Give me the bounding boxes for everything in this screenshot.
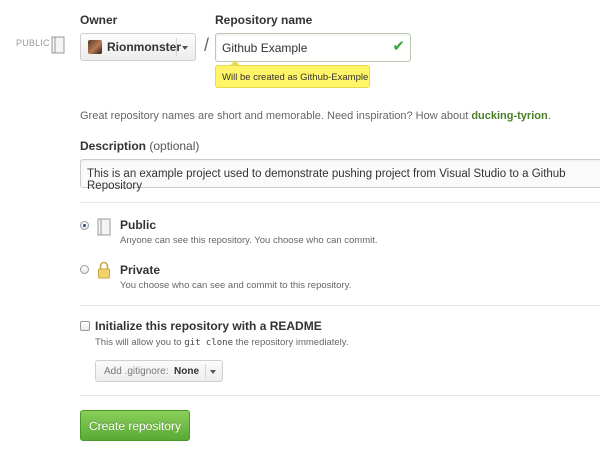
gitignore-value: None bbox=[174, 366, 199, 377]
description-label: Description (optional) bbox=[80, 139, 199, 153]
readme-subtitle-suffix: the repository immediately. bbox=[233, 337, 349, 348]
private-option-subtitle: You choose who can see and commit to thi… bbox=[120, 280, 352, 291]
repo-name-tooltip: Will be created as Github-Example bbox=[215, 60, 370, 88]
repo-book-icon bbox=[51, 36, 65, 54]
check-icon: ✔ bbox=[392, 38, 405, 55]
owner-avatar bbox=[88, 40, 102, 54]
public-radio[interactable] bbox=[80, 221, 89, 230]
chevron-down-icon bbox=[182, 46, 188, 50]
public-option-subtitle: Anyone can see this repository. You choo… bbox=[120, 235, 378, 246]
repo-book-icon bbox=[97, 218, 111, 236]
hint-text: Great repository names are short and mem… bbox=[80, 110, 472, 122]
owner-repo-separator: / bbox=[204, 35, 210, 55]
private-option-title[interactable]: Private bbox=[120, 263, 160, 277]
repo-name-input[interactable]: Github Example ✔ bbox=[215, 33, 411, 62]
visibility-side-label: PUBLIC bbox=[16, 38, 50, 48]
description-label-text: Description bbox=[80, 139, 147, 153]
section-divider bbox=[80, 202, 600, 203]
description-input[interactable]: This is an example project used to demon… bbox=[80, 159, 600, 192]
lock-icon bbox=[98, 261, 110, 279]
description-value: This is an example project used to demon… bbox=[87, 168, 566, 192]
section-divider bbox=[80, 395, 600, 396]
gitignore-select[interactable]: Add .gitignore: None bbox=[95, 360, 223, 382]
git-clone-code: git clone bbox=[184, 338, 234, 348]
repo-name-label: Repository name bbox=[215, 13, 313, 27]
private-radio[interactable] bbox=[80, 265, 89, 274]
owner-name: Rionmonster bbox=[107, 40, 182, 54]
readme-subtitle-prefix: This will allow you to bbox=[95, 337, 185, 348]
create-repository-button[interactable]: Create repository bbox=[80, 410, 190, 441]
readme-option-title[interactable]: Initialize this repository with a README bbox=[95, 319, 322, 333]
repo-name-hint: Great repository names are short and mem… bbox=[80, 110, 551, 122]
owner-select[interactable]: Rionmonster bbox=[80, 33, 196, 61]
chevron-down-icon bbox=[210, 370, 216, 374]
name-suggestion-link[interactable]: ducking-tyrion bbox=[471, 110, 547, 122]
owner-label: Owner bbox=[80, 13, 118, 27]
public-option-title[interactable]: Public bbox=[120, 218, 156, 232]
repo-name-value: Github Example bbox=[222, 41, 308, 55]
section-divider bbox=[80, 305, 600, 306]
readme-option-subtitle: This will allow you to git clone the rep… bbox=[95, 337, 348, 348]
readme-checkbox[interactable] bbox=[80, 321, 90, 331]
description-optional-text: (optional) bbox=[146, 139, 200, 153]
owner-select-divider bbox=[176, 38, 177, 56]
gitignore-add-label: Add .gitignore: bbox=[104, 366, 169, 377]
gitignore-select-divider bbox=[205, 364, 206, 378]
hint-suffix: . bbox=[547, 110, 551, 122]
